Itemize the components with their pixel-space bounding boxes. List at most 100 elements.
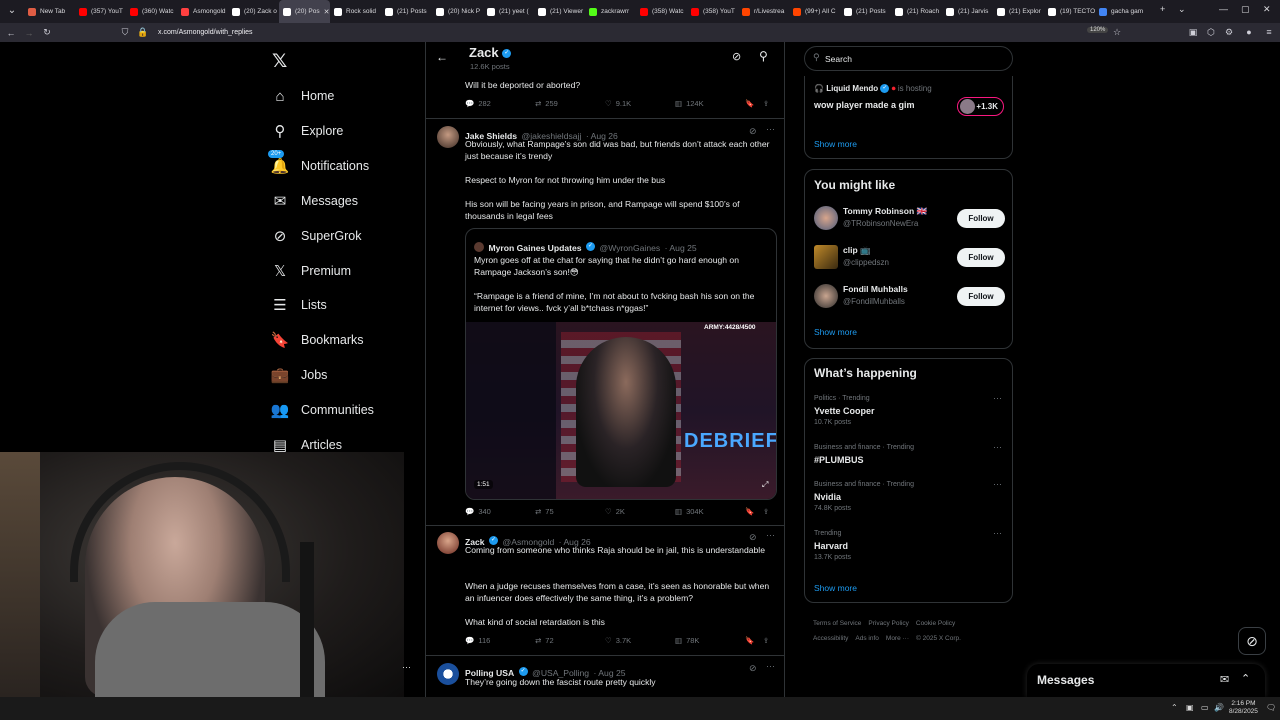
more-dots-icon[interactable]: ···: [993, 528, 1002, 538]
sidebar-item-explore[interactable]: ⚲ Explore: [272, 123, 344, 140]
more-dots-icon[interactable]: ···: [993, 479, 1002, 489]
close-tab-icon[interactable]: ✕: [324, 8, 330, 16]
live-title[interactable]: wow player made a gim: [814, 100, 915, 110]
follow-button[interactable]: Follow: [957, 287, 1005, 306]
x-logo-icon[interactable]: 𝕏: [272, 50, 287, 73]
live-listeners-badge[interactable]: +1.3K: [957, 97, 1004, 116]
avatar[interactable]: [814, 245, 838, 269]
avatar[interactable]: [437, 663, 459, 685]
footer-link[interactable]: Privacy Policy: [868, 620, 908, 627]
footer-link[interactable]: Ads info: [855, 635, 879, 642]
search-input[interactable]: ⚲ Search: [804, 46, 1013, 71]
browser-tab[interactable]: (20) Nick P: [432, 0, 483, 23]
reply-button[interactable]: 💬 116: [465, 636, 535, 645]
browser-tab[interactable]: (21) yeet (: [483, 0, 534, 23]
zoom-badge[interactable]: 120%: [1087, 27, 1109, 33]
trend-name[interactable]: Nvidia: [814, 492, 841, 502]
suggestion-handle[interactable]: @FondilMuhballs: [843, 297, 905, 306]
extension3-icon[interactable]: ⚙: [1220, 27, 1238, 38]
new-message-icon[interactable]: ✉: [1220, 673, 1229, 686]
views-button[interactable]: ▥ 124K: [675, 99, 745, 108]
forward-arrow-icon[interactable]: →: [20, 28, 38, 38]
browser-tab[interactable]: (21) Roach: [891, 0, 942, 23]
browser-tab[interactable]: r/Livestrea: [738, 0, 789, 23]
avatar[interactable]: [814, 206, 838, 230]
browser-tab[interactable]: (21) Explor: [993, 0, 1044, 23]
tab-list-chevron-icon[interactable]: ⌄: [1178, 4, 1186, 15]
chevron-up-icon[interactable]: ⌃: [1171, 703, 1178, 712]
browser-tab[interactable]: (99+) All C: [789, 0, 840, 23]
show-more-link[interactable]: Show more: [814, 139, 857, 149]
sidebar-item-home[interactable]: ⌂ Home: [272, 88, 334, 105]
browser-tab[interactable]: (360) Watc: [126, 0, 177, 23]
trend-name[interactable]: Yvette Cooper: [814, 406, 875, 416]
browser-tab[interactable]: (21) Jarvis: [942, 0, 993, 23]
back-arrow-icon[interactable]: ←: [436, 50, 448, 64]
share-button[interactable]: ⇪: [763, 507, 769, 516]
back-arrow-icon[interactable]: ←: [2, 28, 20, 38]
views-button[interactable]: ▥ 78K: [675, 636, 745, 645]
maximize-button[interactable]: ▢: [1241, 4, 1250, 15]
trend-name[interactable]: #PLUMBUS: [814, 455, 864, 465]
browser-tab[interactable]: (20) Pos ✕: [279, 0, 330, 23]
sidebar-item-lists[interactable]: ☰ Lists: [272, 297, 326, 314]
new-tab-button[interactable]: +: [1160, 4, 1165, 14]
sidebar-item-supergrok[interactable]: ⊘ SuperGrok: [272, 228, 362, 245]
grok-icon[interactable]: ⊘: [749, 532, 757, 543]
browser-tab[interactable]: Asmongold: [177, 0, 228, 23]
sidebar-item-articles[interactable]: ▤ Articles: [272, 437, 342, 454]
bookmark-button[interactable]: 🔖: [745, 636, 763, 645]
menu-icon[interactable]: ≡: [1260, 27, 1278, 37]
footer-link[interactable]: Terms of Service: [813, 620, 861, 627]
bookmark-star-icon[interactable]: ☆: [1108, 27, 1126, 38]
like-button[interactable]: ♡ 2K: [605, 507, 675, 516]
browser-tab[interactable]: (20) Zack o: [228, 0, 279, 23]
notification-tray-icon[interactable]: ▣: [1186, 703, 1194, 712]
sidebar-item-bookmarks[interactable]: 🔖 Bookmarks: [271, 332, 364, 349]
grok-floating-button[interactable]: ⊘: [1238, 627, 1266, 655]
sidebar-item-communities[interactable]: 👥 Communities: [271, 402, 374, 419]
suggestion-name[interactable]: clip 📺: [843, 245, 871, 256]
reply-button[interactable]: 💬 282: [465, 99, 535, 108]
bookmark-button[interactable]: 🔖: [745, 99, 763, 108]
footer-link[interactable]: Cookie Policy: [916, 620, 955, 627]
search-icon[interactable]: ⚲: [759, 49, 768, 63]
speaker-icon[interactable]: 🔊: [1214, 703, 1224, 712]
more-dots-icon[interactable]: ···: [993, 442, 1002, 452]
suggestion-name[interactable]: Fondil Muhballs: [843, 284, 908, 294]
close-window-button[interactable]: ✕: [1263, 4, 1271, 15]
like-button[interactable]: ♡ 3.7K: [605, 636, 675, 645]
avatar[interactable]: [437, 532, 459, 554]
follow-button[interactable]: Follow: [957, 209, 1005, 228]
sidebar-item-jobs[interactable]: 💼 Jobs: [271, 367, 328, 384]
show-more-link[interactable]: Show more: [814, 327, 857, 337]
expand-icon[interactable]: ⤢: [762, 480, 768, 490]
minimize-button[interactable]: —: [1219, 4, 1228, 14]
grok-icon[interactable]: ⊘: [749, 126, 757, 137]
reload-icon[interactable]: ↻: [38, 27, 56, 38]
browser-tab[interactable]: Rock solid: [330, 0, 381, 23]
sidebar-item-messages[interactable]: ✉ Messages: [272, 193, 358, 210]
share-button[interactable]: ⇪: [763, 99, 769, 108]
footer-link[interactable]: Accessibility: [813, 635, 848, 642]
browser-tab[interactable]: New Tab: [24, 0, 75, 23]
views-button[interactable]: ▥ 304K: [675, 507, 745, 516]
trend-name[interactable]: Harvard: [814, 541, 848, 551]
video-player[interactable]: ARMY:4428/4500 DEBRIEF 1:51 ⤢: [466, 322, 776, 499]
avatar[interactable]: [814, 284, 838, 308]
avatar[interactable]: [437, 126, 459, 148]
more-dots-icon[interactable]: ···: [766, 124, 775, 134]
more-dots-icon[interactable]: ···: [766, 530, 775, 540]
show-more-link[interactable]: Show more: [814, 583, 857, 593]
sidebar-item-premium[interactable]: 𝕏 Premium: [272, 263, 351, 280]
follow-button[interactable]: Follow: [957, 248, 1005, 267]
url-field[interactable]: x.com/Asmongold/with_replies: [158, 29, 253, 36]
quote-tweet[interactable]: Myron Gaines Updates ✓ @WyronGaines · Au…: [465, 228, 777, 500]
network-icon[interactable]: ▭: [1201, 703, 1209, 712]
browser-tab[interactable]: (21) Viewer: [534, 0, 585, 23]
browser-tab[interactable]: gacha gam: [1095, 0, 1146, 23]
bookmark-button[interactable]: 🔖: [745, 507, 763, 516]
live-host[interactable]: 🎧 Liquid Mendo ✓ ⏺ is hosting: [814, 84, 932, 94]
notification-icon[interactable]: 🗨: [1266, 703, 1276, 712]
browser-tab[interactable]: (21) Posts: [381, 0, 432, 23]
